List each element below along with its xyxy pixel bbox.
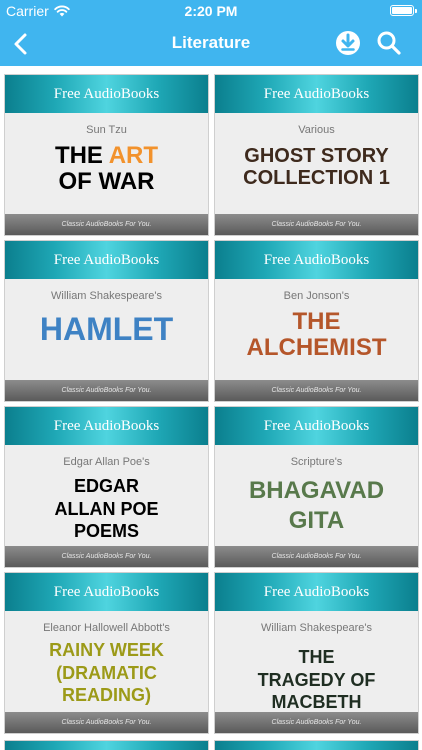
title-part: THE <box>54 142 109 169</box>
nav-bar: Literature <box>0 22 422 66</box>
card-banner: Free AudioBooks <box>5 573 208 611</box>
search-icon[interactable] <box>375 29 403 57</box>
card-banner: Free AudioBooks <box>5 407 208 445</box>
card-banner: Free AudioBooks <box>215 241 418 279</box>
book-card[interactable]: Free AudioBooks Eleanor Hallowell Abbott… <box>4 572 209 734</box>
card-banner: Free AudioBooks <box>215 573 418 611</box>
book-title: THE TRAGEDY OF MACBETH <box>257 647 376 712</box>
book-author: Eleanor Hallowell Abbott's <box>43 622 170 634</box>
card-cover: Sun Tzu THE ART OF WAR <box>5 113 208 214</box>
book-title: THE ALCHEMIST <box>246 308 387 361</box>
card-cover: Scripture's BHAGAVAD GITA <box>215 445 418 546</box>
book-author: Sun Tzu <box>86 124 127 136</box>
book-card[interactable]: Free AudioBooks Various GHOST STORY COLL… <box>214 74 419 236</box>
card-banner: Free AudioBooks <box>5 75 208 113</box>
card-banner: Free AudioBooks <box>5 241 208 279</box>
card-cover: William Shakespeare's THE TRAGEDY OF MAC… <box>215 611 418 712</box>
card-footer: Classic AudioBooks For You. <box>215 546 418 567</box>
next-card-peek[interactable] <box>214 740 419 750</box>
card-cover: Ben Jonson's THE ALCHEMIST <box>215 279 418 380</box>
book-author: Scripture's <box>290 456 343 468</box>
book-author: Ben Jonson's <box>283 290 350 302</box>
card-cover: Eleanor Hallowell Abbott's RAINY WEEK (D… <box>5 611 208 712</box>
card-footer: Classic AudioBooks For You. <box>5 380 208 401</box>
card-cover: Edgar Allan Poe's EDGAR ALLAN POE POEMS <box>5 445 208 546</box>
card-footer: Classic AudioBooks For You. <box>215 712 418 733</box>
book-author: Various <box>298 124 335 136</box>
book-author: William Shakespeare's <box>51 290 162 302</box>
book-card[interactable]: Free AudioBooks Ben Jonson's THE ALCHEMI… <box>214 240 419 402</box>
card-footer: Classic AudioBooks For You. <box>215 214 418 235</box>
book-title: THE ART OF WAR <box>5 143 208 195</box>
book-title: BHAGAVAD GITA <box>248 477 385 534</box>
book-author: Edgar Allan Poe's <box>63 456 150 468</box>
book-title: EDGAR ALLAN POE POEMS <box>54 476 159 541</box>
book-card[interactable]: Free AudioBooks William Shakespeare's HA… <box>4 240 209 402</box>
card-footer: Classic AudioBooks For You. <box>215 380 418 401</box>
clock: 2:20 PM <box>184 3 238 19</box>
book-title: GHOST STORY COLLECTION 1 <box>243 145 390 189</box>
book-card[interactable]: Free AudioBooks Scripture's BHAGAVAD GIT… <box>214 406 419 568</box>
book-card[interactable]: Free AudioBooks William Shakespeare's TH… <box>214 572 419 734</box>
status-bar: Carrier 2:20 PM <box>0 0 422 22</box>
download-icon[interactable] <box>334 29 362 57</box>
card-cover: Various GHOST STORY COLLECTION 1 <box>215 113 418 214</box>
card-footer: Classic AudioBooks For You. <box>5 214 208 235</box>
book-title: HAMLET <box>39 311 174 347</box>
battery-icon <box>390 5 417 16</box>
card-footer: Classic AudioBooks For You. <box>5 546 208 567</box>
card-footer: Classic AudioBooks For You. <box>5 712 208 733</box>
book-card[interactable]: Free AudioBooks Sun Tzu THE ART OF WAR C… <box>4 74 209 236</box>
next-card-peek[interactable] <box>4 740 209 750</box>
card-banner: Free AudioBooks <box>215 407 418 445</box>
title-part: OF WAR <box>58 167 155 195</box>
title-accent: ART <box>108 142 159 169</box>
book-author: William Shakespeare's <box>261 622 372 634</box>
book-title: RAINY WEEK (DRAMATIC READING) <box>49 640 164 705</box>
card-cover: William Shakespeare's HAMLET <box>5 279 208 380</box>
book-card[interactable]: Free AudioBooks Edgar Allan Poe's EDGAR … <box>4 406 209 568</box>
card-banner: Free AudioBooks <box>215 75 418 113</box>
